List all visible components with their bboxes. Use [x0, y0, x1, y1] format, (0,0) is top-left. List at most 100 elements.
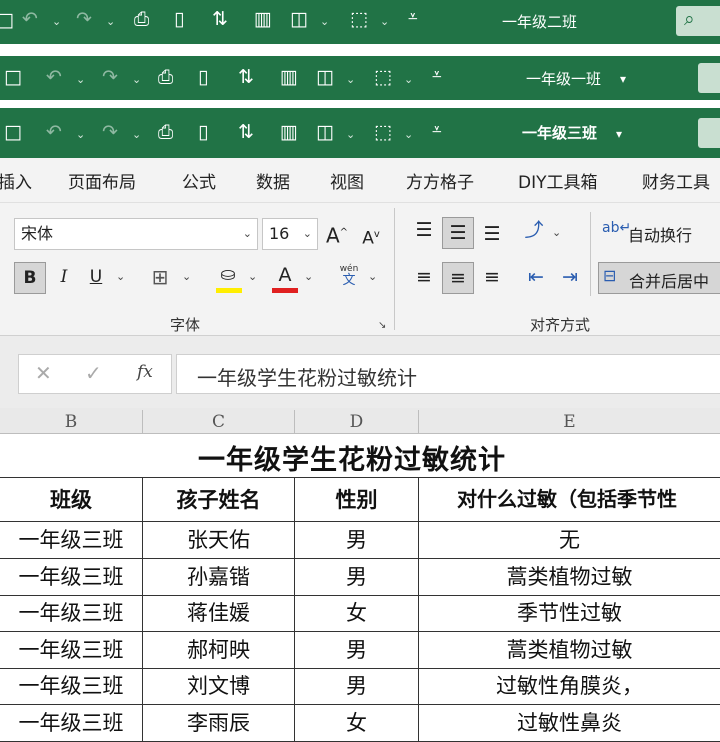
- sheet-title-cell[interactable]: 一年级学生花粉过敏统计: [0, 434, 720, 478]
- cell-gender[interactable]: 女: [295, 595, 419, 632]
- select-dropdown-icon[interactable]: ⌄: [404, 73, 413, 86]
- select-dropdown-icon[interactable]: ⌄: [380, 15, 389, 28]
- cell-name[interactable]: 张天佑: [143, 522, 295, 559]
- cell-allergy[interactable]: 蒿类植物过敏: [419, 632, 720, 669]
- select-object-icon[interactable]: ⬚: [350, 10, 368, 29]
- redo-icon[interactable]: ↷: [102, 123, 118, 142]
- cell-name[interactable]: 郝柯映: [143, 631, 295, 669]
- search-button[interactable]: ⌕: [676, 6, 720, 36]
- print-preview-icon[interactable]: ⎙: [134, 10, 149, 29]
- undo-icon[interactable]: ↶: [46, 68, 62, 87]
- redo-icon[interactable]: ↷: [102, 68, 118, 87]
- align-top-icon[interactable]: ☰: [410, 215, 438, 245]
- shapes-icon[interactable]: ◫: [316, 123, 334, 142]
- shapes-dropdown-icon[interactable]: ⌄: [346, 73, 355, 86]
- cancel-icon[interactable]: ✕: [35, 361, 52, 385]
- confirm-icon[interactable]: ✓: [85, 361, 102, 385]
- orientation-icon[interactable]: ⤴: [520, 215, 548, 245]
- italic-button[interactable]: I: [52, 262, 76, 292]
- tab-fangfang[interactable]: 方方格子: [406, 168, 474, 193]
- align-left-icon[interactable]: ≡: [410, 262, 438, 292]
- shapes-icon[interactable]: ◫: [316, 68, 334, 87]
- customize-icon[interactable]: ⩡: [408, 9, 418, 26]
- header-cell-class[interactable]: 班级: [0, 478, 143, 522]
- cell-class[interactable]: 一年级三班: [0, 595, 143, 632]
- undo-icon[interactable]: ↶: [22, 10, 38, 29]
- cell-class[interactable]: 一年级三班: [0, 522, 143, 559]
- decrease-font-size-icon[interactable]: Av: [358, 220, 384, 254]
- chart-icon[interactable]: ▥: [280, 123, 298, 142]
- undo-icon[interactable]: ↶: [46, 123, 62, 142]
- align-bottom-icon[interactable]: ☰: [478, 219, 506, 249]
- new-document-icon[interactable]: ▯: [198, 68, 208, 87]
- cell-allergy[interactable]: 季节性过敏: [419, 595, 720, 632]
- save-icon[interactable]: □: [4, 123, 22, 142]
- column-header-e[interactable]: E: [419, 410, 720, 434]
- phonetic-guide-icon[interactable]: wén 文: [336, 264, 362, 288]
- sort-icon[interactable]: ⇅: [212, 10, 228, 29]
- title-dropdown-icon[interactable]: ▾: [620, 72, 626, 86]
- increase-font-size-icon[interactable]: A^: [324, 218, 350, 251]
- sort-icon[interactable]: ⇅: [238, 68, 254, 87]
- chart-icon[interactable]: ▥: [254, 10, 272, 29]
- column-header-b[interactable]: B: [0, 410, 143, 434]
- select-object-icon[interactable]: ⬚: [374, 123, 392, 142]
- customize-icon[interactable]: ⩡: [432, 122, 442, 139]
- cell-allergy[interactable]: 无: [419, 522, 720, 559]
- chevron-down-icon[interactable]: ⌄: [248, 270, 257, 283]
- tab-insert[interactable]: 插入: [0, 168, 32, 193]
- font-size-select[interactable]: 16 ⌄: [262, 218, 318, 250]
- cell-class[interactable]: 一年级三班: [0, 558, 143, 596]
- cell-name[interactable]: 孙嘉锴: [143, 558, 295, 596]
- borders-icon[interactable]: ⊞: [146, 262, 174, 292]
- tab-finance-tools[interactable]: 财务工具: [642, 168, 710, 193]
- undo-dropdown-icon[interactable]: ⌄: [76, 128, 85, 141]
- font-color-icon[interactable]: A: [272, 260, 298, 290]
- fill-color-icon[interactable]: ⛀: [214, 260, 242, 290]
- underline-button[interactable]: U: [84, 262, 108, 292]
- redo-dropdown-icon[interactable]: ⌄: [132, 128, 141, 141]
- customize-icon[interactable]: ⩡: [432, 67, 442, 84]
- sort-icon[interactable]: ⇅: [238, 123, 254, 142]
- chevron-down-icon[interactable]: ⌄: [116, 270, 125, 283]
- chevron-down-icon[interactable]: ⌄: [552, 226, 561, 239]
- new-document-icon[interactable]: ▯: [198, 123, 208, 142]
- redo-dropdown-icon[interactable]: ⌄: [106, 15, 115, 28]
- header-cell-gender[interactable]: 性别: [295, 478, 419, 522]
- select-object-icon[interactable]: ⬚: [374, 68, 392, 87]
- shapes-icon[interactable]: ◫: [290, 10, 308, 29]
- formula-input[interactable]: 一年级学生花粉过敏统计: [176, 354, 720, 394]
- increase-indent-icon[interactable]: ⇥: [556, 262, 584, 292]
- align-middle-icon[interactable]: ☰: [442, 217, 474, 249]
- merge-center-button[interactable]: ⊟ 合并后居中: [598, 262, 720, 294]
- chevron-down-icon[interactable]: ⌄: [368, 270, 377, 283]
- bold-button[interactable]: B: [14, 262, 46, 294]
- tab-data[interactable]: 数据: [256, 168, 290, 193]
- undo-dropdown-icon[interactable]: ⌄: [52, 15, 61, 28]
- align-right-icon[interactable]: ≡: [478, 262, 506, 292]
- redo-dropdown-icon[interactable]: ⌄: [132, 73, 141, 86]
- cell-name[interactable]: 蒋佳媛: [143, 595, 295, 632]
- cell-class[interactable]: 一年级三班: [0, 668, 143, 705]
- font-name-select[interactable]: 宋体 ⌄: [14, 218, 258, 250]
- column-header-c[interactable]: C: [143, 410, 295, 434]
- tab-page-layout[interactable]: 页面布局: [68, 168, 136, 193]
- header-cell-allergy[interactable]: 对什么过敏（包括季节性: [419, 478, 720, 522]
- dialog-launcher-icon[interactable]: ↘: [378, 320, 386, 331]
- tab-diy-toolbox[interactable]: DIY工具箱: [518, 168, 598, 193]
- print-preview-icon[interactable]: ⎙: [158, 68, 173, 87]
- cell-allergy[interactable]: 蒿类植物过敏: [419, 559, 720, 596]
- shapes-dropdown-icon[interactable]: ⌄: [320, 15, 329, 28]
- search-button[interactable]: [698, 118, 720, 148]
- cell-allergy[interactable]: 过敏性角膜炎，: [419, 668, 720, 705]
- select-dropdown-icon[interactable]: ⌄: [404, 128, 413, 141]
- cell-class[interactable]: 一年级三班: [0, 631, 143, 669]
- chart-icon[interactable]: ▥: [280, 68, 298, 87]
- header-cell-name[interactable]: 孩子姓名: [143, 478, 295, 522]
- search-button[interactable]: [698, 63, 720, 93]
- column-header-d[interactable]: D: [295, 410, 419, 434]
- align-center-icon[interactable]: ≡: [442, 262, 474, 294]
- undo-dropdown-icon[interactable]: ⌄: [76, 73, 85, 86]
- chevron-down-icon[interactable]: ⌄: [182, 270, 191, 283]
- cell-gender[interactable]: 男: [295, 558, 419, 596]
